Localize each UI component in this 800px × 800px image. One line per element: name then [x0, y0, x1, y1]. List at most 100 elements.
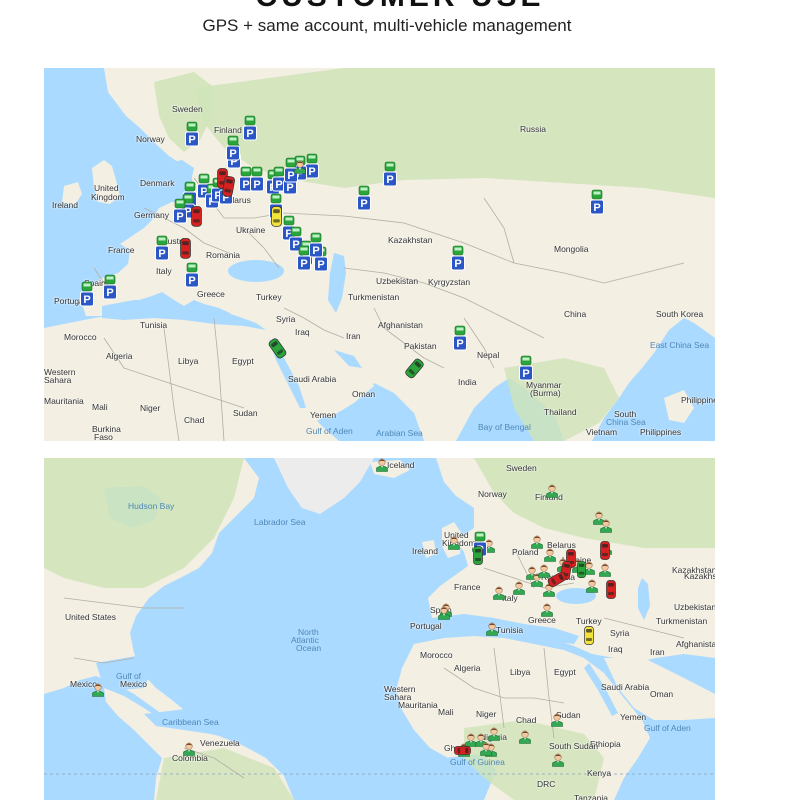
svg-text:P: P	[106, 287, 113, 299]
svg-text:P: P	[317, 259, 324, 271]
map-label: Kingdom	[91, 192, 125, 202]
map-label: South Korea	[656, 309, 704, 319]
map-label: Ireland	[412, 546, 438, 556]
svg-text:P: P	[242, 179, 249, 191]
map-label: Pakistan	[404, 341, 437, 351]
map-label: Thailand	[544, 407, 577, 417]
map-label: Arabian Sea	[376, 428, 423, 438]
svg-text:P: P	[593, 202, 600, 214]
map-label: Sudan	[233, 408, 258, 418]
map-label: Mali	[438, 707, 454, 717]
map-label: Faso	[94, 432, 113, 441]
map-label: Poland	[512, 547, 539, 557]
map-label: Egypt	[554, 667, 576, 677]
map-label: Caribbean Sea	[162, 717, 219, 727]
map-label: Tanzania	[574, 793, 609, 800]
map-label: Vietnam	[586, 427, 618, 437]
svg-text:P: P	[454, 258, 461, 270]
map-label: Syria	[610, 628, 630, 638]
eurasia-fleet-map[interactable]: Sweden Finland Norway Russia United Kingdom De…	[44, 68, 715, 441]
map-label: Romania	[206, 250, 241, 260]
svg-text:P: P	[158, 248, 165, 260]
svg-text:P: P	[308, 166, 315, 178]
map-label: Turkmenistan	[348, 292, 400, 302]
map-label: Niger	[140, 403, 161, 413]
page-title: CUSTOMER USE	[0, 0, 800, 14]
svg-text:P: P	[275, 179, 282, 191]
map-label: Greece	[197, 289, 225, 299]
map-label: Afghanistan	[676, 639, 715, 649]
map-label: China Sea	[606, 417, 646, 427]
map-label: Niger	[476, 709, 497, 719]
map-label: Philippines	[681, 395, 715, 405]
map-label: East China Sea	[650, 340, 710, 350]
map-label: Norway	[478, 489, 507, 499]
map-label: Russia	[520, 124, 546, 134]
map-label: France	[454, 582, 481, 592]
map-label: Sahara	[44, 375, 72, 385]
map-label: Portugal	[410, 621, 442, 631]
map-label: United States	[65, 612, 117, 622]
map-label: Norway	[136, 134, 165, 144]
map-label: Yemen	[620, 712, 647, 722]
page-subtitle: GPS + same account, multi-vehicle manage…	[202, 16, 572, 35]
map-label: Libya	[178, 356, 199, 366]
map-label: Oman	[650, 689, 674, 699]
map-label: Kazakhst	[684, 571, 715, 581]
map-label: Algeria	[454, 663, 481, 673]
map-label: Uzbekistan	[376, 276, 419, 286]
map-label: South Sudan	[549, 741, 599, 751]
map-label: DRC	[537, 779, 556, 789]
svg-text:P: P	[176, 211, 183, 223]
svg-text:P: P	[522, 368, 529, 380]
map-label: Kenya	[587, 768, 612, 778]
map-label: Oman	[352, 389, 376, 399]
map-label: (Burma)	[530, 388, 561, 398]
svg-text:P: P	[300, 258, 307, 270]
map-label: Morocco	[420, 650, 453, 660]
map-label: Chad	[516, 715, 537, 725]
svg-text:P: P	[360, 198, 367, 210]
map-label: France	[108, 245, 135, 255]
map-label: India	[458, 377, 477, 387]
map-label: Gulf of Aden	[306, 426, 353, 436]
map-label: Nepal	[477, 350, 500, 360]
map-label: Italy	[156, 266, 172, 276]
map-label: Morocco	[64, 332, 97, 342]
map-label: Kazakhstan	[388, 235, 433, 245]
map-label: Algeria	[106, 351, 133, 361]
svg-text:P: P	[253, 179, 260, 191]
map-label: Gulf of Guinea	[450, 757, 505, 767]
map-label: Turkey	[576, 616, 602, 626]
svg-text:P: P	[386, 174, 393, 186]
map-label: Iran	[346, 331, 361, 341]
svg-text:P: P	[246, 128, 253, 140]
map-label: Mauritania	[398, 700, 438, 710]
map-label: China	[564, 309, 587, 319]
map-label: Hudson Bay	[128, 501, 175, 511]
map-label: Venezuela	[200, 738, 240, 748]
map-label: Mali	[92, 402, 108, 412]
map-label: Finland	[214, 125, 242, 135]
svg-text:P: P	[456, 338, 463, 350]
map-label: Sweden	[506, 463, 537, 473]
map-label: Ukraine	[236, 225, 266, 235]
map-label: Kyrgyzstan	[428, 277, 471, 287]
world-fleet-map[interactable]: IcelandSwedenNorwayFinlandHudson BayLabr…	[44, 458, 715, 800]
map-label: Greece	[528, 615, 556, 625]
map-label: Turkmenistan	[656, 616, 708, 626]
map-label: Turkey	[256, 292, 282, 302]
map-label: Tunisia	[496, 625, 524, 635]
map-label: Sweden	[172, 104, 203, 114]
map-label: Iraq	[295, 327, 310, 337]
map-label: Mongolia	[554, 244, 589, 254]
map-label: Mexico	[120, 679, 147, 689]
svg-text:P: P	[188, 134, 195, 146]
map-label: Chad	[184, 415, 205, 425]
map-label: Iraq	[608, 644, 623, 654]
map-label: Mauritania	[44, 396, 84, 406]
svg-text:P: P	[83, 294, 90, 306]
map-label: Iran	[650, 647, 665, 657]
map-label: Bay of Bengal	[478, 422, 531, 432]
map-label: Yemen	[310, 410, 337, 420]
